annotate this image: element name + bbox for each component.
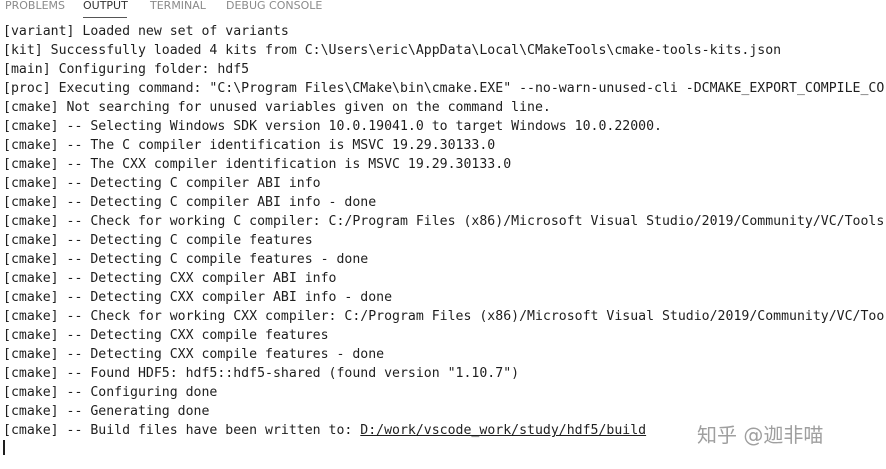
log-line: [cmake] -- Detecting CXX compiler ABI in… <box>3 290 393 305</box>
log-line: [cmake] -- The C compiler identification… <box>3 138 496 153</box>
tab-terminal[interactable]: TERMINAL <box>150 0 206 12</box>
log-line: [cmake] -- Detecting CXX compiler ABI in… <box>3 271 337 286</box>
log-line: [cmake] -- Found HDF5: hdf5::hdf5-shared… <box>3 366 520 381</box>
log-line: [cmake] -- Detecting C compile features <box>3 233 313 248</box>
tab-debug-console[interactable]: DEBUG CONSOLE <box>226 0 322 12</box>
log-line: [cmake] -- The CXX compiler identificati… <box>3 157 512 172</box>
tab-output[interactable]: OUTPUT <box>83 0 128 12</box>
log-line: [variant] Loaded new set of variants <box>3 24 289 39</box>
log-line: [cmake] -- Detecting C compile features … <box>3 252 369 267</box>
panel-tab-bar: PROBLEMS OUTPUT TERMINAL DEBUG CONSOLE <box>0 0 886 20</box>
log-line: [main] Configuring folder: hdf5 <box>3 62 250 77</box>
output-panel: PROBLEMS OUTPUT TERMINAL DEBUG CONSOLE [… <box>0 0 886 469</box>
log-line: [cmake] Not searching for unused variabl… <box>3 100 551 115</box>
log-line: [cmake] -- Detecting C compiler ABI info <box>3 176 321 191</box>
log-line: [cmake] -- Configuring done <box>3 385 218 400</box>
log-line: [cmake] -- Detecting CXX compile feature… <box>3 347 385 362</box>
log-line-prefix: [cmake] -- Build files have been written… <box>3 423 361 438</box>
text-cursor <box>3 440 5 455</box>
log-line: [cmake] -- Check for working C compiler:… <box>3 214 885 229</box>
active-tab-indicator <box>83 17 127 18</box>
log-line: [cmake] -- Detecting C compiler ABI info… <box>3 195 377 210</box>
build-folder-link[interactable]: D:/work/vscode_work/study/hdf5/build <box>360 423 646 438</box>
log-line: [cmake] -- Selecting Windows SDK version… <box>3 119 662 134</box>
log-line: [cmake] -- Check for working CXX compile… <box>3 309 885 324</box>
tab-problems[interactable]: PROBLEMS <box>5 0 65 12</box>
output-log[interactable]: [variant] Loaded new set of variants [ki… <box>3 22 886 469</box>
log-line: [proc] Executing command: "C:\Program Fi… <box>3 81 885 96</box>
watermark: 知乎 @迦非喵 <box>697 423 824 447</box>
log-line: [cmake] -- Detecting CXX compile feature… <box>3 328 329 343</box>
log-line: [kit] Successfully loaded 4 kits from C:… <box>3 43 782 58</box>
